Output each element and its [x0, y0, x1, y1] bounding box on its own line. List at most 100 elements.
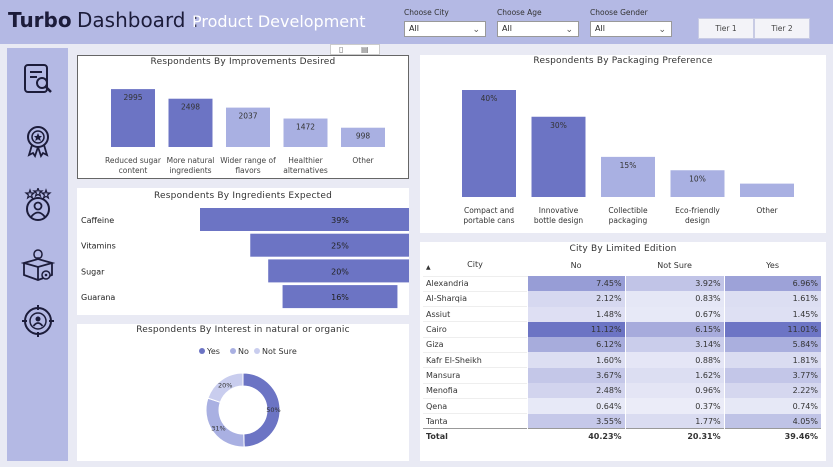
tier-1-button[interactable]: Tier 1 [698, 18, 754, 39]
gender-filter-select[interactable]: All ⌄ [590, 21, 672, 37]
page-subtitle: Product Development [192, 12, 366, 31]
percentage-cell: 11.12% [526, 321, 626, 338]
chevron-down-icon: ⌄ [658, 25, 666, 35]
percentage-cell: 6.12% [526, 337, 626, 353]
category-label: More natural [167, 156, 215, 165]
award-badge-icon[interactable] [21, 124, 55, 158]
table-row[interactable]: Qena 0.64% 0.37% 0.74% [423, 397, 821, 414]
rated-user-icon[interactable] [21, 188, 55, 222]
age-filter-value: All [502, 24, 512, 33]
legend-yes-marker [199, 348, 205, 354]
report-search-icon[interactable] [21, 62, 55, 96]
column-header-not-sure[interactable]: Not Sure [625, 254, 724, 276]
gender-filter-label: Choose Gender [590, 8, 648, 17]
percentage-cell: 4.05% [723, 413, 821, 429]
category-label: Innovative [539, 206, 579, 215]
table-row[interactable]: Kafr El-Sheikh 1.60% 0.88% 1.81% [423, 351, 821, 368]
improvements-panel: Respondents By Improvements Desired 2995… [77, 55, 409, 179]
percentage-cell: 0.96% [624, 383, 725, 399]
percentage-cell: 3.55% [526, 413, 626, 429]
table-row[interactable]: Mansura 3.67% 1.62% 3.77% [423, 367, 821, 384]
data-label: 50% [266, 406, 280, 414]
percentage-cell: 0.83% [624, 291, 725, 307]
chevron-down-icon: ⌄ [565, 25, 573, 35]
pin-icon[interactable]: ▯ [339, 45, 343, 54]
percentage-cell: 0.67% [624, 306, 725, 322]
percentage-cell: 1.81% [723, 352, 821, 368]
data-label: 31% [211, 425, 225, 433]
percentage-cell: 2.12% [526, 291, 626, 307]
percentage-cell: 3.92% [624, 276, 725, 292]
data-label: 15% [620, 161, 637, 170]
column-header-yes[interactable]: Yes [724, 254, 821, 276]
city-name-cell: Menofia [423, 382, 527, 399]
sidebar [7, 48, 68, 461]
table-row[interactable]: Tanta 3.55% 1.77% 4.05% [423, 413, 821, 429]
data-label: 16% [331, 293, 349, 302]
table-row[interactable]: Cairo 11.12% 6.15% 11.01% [423, 321, 821, 338]
sort-ascending-icon[interactable]: ▲ [426, 264, 431, 271]
category-label: packaging [609, 216, 648, 225]
percentage-cell: 1.77% [624, 413, 725, 429]
tier-2-button[interactable]: Tier 2 [754, 18, 810, 39]
category-label: Collectible [608, 206, 648, 215]
category-label: Eco-friendly [675, 206, 720, 215]
percentage-cell: 0.64% [526, 398, 626, 414]
city-name-cell: Giza [423, 336, 527, 353]
target-user-icon[interactable] [21, 304, 55, 338]
category-label: content [119, 166, 148, 175]
age-filter-select[interactable]: All ⌄ [497, 21, 579, 37]
city-name-cell: Kafr El-Sheikh [423, 351, 527, 368]
column-header-no[interactable]: No [527, 254, 625, 276]
data-label: 30% [550, 121, 567, 130]
total-row: Total 40.23% 20.31% 39.46% [423, 428, 821, 445]
percentage-cell: 2.48% [526, 383, 626, 399]
total-value-cell: 39.46% [723, 428, 821, 445]
product-box-icon[interactable] [21, 248, 55, 282]
percentage-cell: 1.45% [723, 306, 821, 322]
improvements-chart: 2995 Reduced sugarcontent 2498 More natural… [105, 89, 385, 175]
bar [462, 90, 516, 197]
city-filter-label: Choose City [404, 8, 449, 17]
city-table: City ▲ No Not Sure Yes Alexandria 7.45% 3.9… [423, 254, 821, 445]
percentage-cell: 1.60% [526, 352, 626, 368]
category-label: alternatives [283, 166, 328, 175]
focus-mode-icon[interactable]: ▤ [361, 45, 369, 54]
packaging-panel: Respondents By Packaging Preference 40% C… [420, 55, 826, 233]
total-value-cell: 40.23% [526, 428, 626, 445]
data-label: 40% [481, 94, 498, 103]
percentage-cell: 1.61% [723, 291, 821, 307]
percentage-cell: 0.37% [624, 398, 725, 414]
table-row[interactable]: Alexandria 7.45% 3.92% 6.96% [423, 275, 821, 292]
table-row[interactable]: Menofia 2.48% 0.96% 2.22% [423, 382, 821, 399]
bar [740, 183, 794, 197]
city-filter-select[interactable]: All ⌄ [404, 21, 486, 37]
table-row[interactable]: Giza 6.12% 3.14% 5.84% [423, 336, 821, 353]
age-filter-label: Choose Age [497, 8, 542, 17]
legend-yes-label: Yes [206, 347, 220, 356]
category-label: design [685, 216, 710, 225]
city-name-cell: Tanta [423, 413, 527, 429]
city-name-cell: Qena [423, 397, 527, 414]
percentage-cell: 1.62% [624, 367, 725, 384]
category-label: Vitamins [81, 242, 116, 251]
visual-header-toolbar: ▯ ▤ [330, 44, 380, 55]
percentage-cell: 3.67% [526, 367, 626, 384]
category-label: flavors [235, 166, 260, 175]
percentage-cell: 3.77% [723, 367, 821, 384]
legend-not-sure-label: Not Sure [262, 347, 297, 356]
table-row[interactable]: Assiut 1.48% 0.67% 1.45% [423, 306, 821, 322]
page-title: Dashboard : [77, 8, 199, 32]
interest-donut-chart: Yes No Not Sure 50% 31% 20% [199, 347, 297, 448]
data-label: 20% [218, 382, 232, 390]
percentage-cell: 3.14% [624, 337, 725, 353]
column-header-label: City [467, 260, 483, 270]
city-table-wrapper: City ▲ No Not Sure Yes Alexandria 7.45% 3.9… [423, 254, 821, 445]
column-header-city[interactable]: City ▲ [423, 254, 527, 276]
city-name-cell: Mansura [423, 367, 527, 384]
funnel-bar [200, 208, 409, 231]
percentage-cell: 0.74% [723, 398, 821, 414]
category-label: Other [756, 206, 778, 215]
table-row[interactable]: Al-Sharqia 2.12% 0.83% 1.61% [423, 290, 821, 307]
total-label: Total [423, 428, 527, 445]
